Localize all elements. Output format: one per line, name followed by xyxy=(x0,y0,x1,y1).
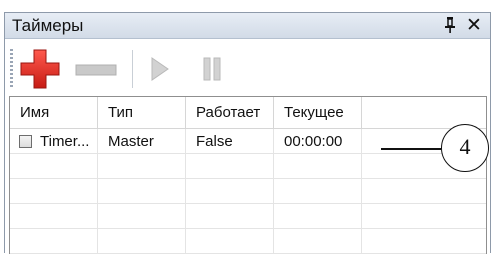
play-icon xyxy=(151,57,169,81)
empty-cell xyxy=(186,179,274,204)
empty-cell xyxy=(10,154,98,179)
column-header-current[interactable]: Текущее xyxy=(274,97,362,129)
pause-icon xyxy=(203,57,221,81)
callout-number: 4 xyxy=(441,124,489,172)
running-cell[interactable]: False xyxy=(186,129,274,154)
empty-cell xyxy=(98,154,186,179)
type-cell[interactable]: Master xyxy=(98,129,186,154)
column-header-running[interactable]: Работает xyxy=(186,97,274,129)
column-header-name[interactable]: Имя xyxy=(10,97,98,129)
timer-name: Timer... xyxy=(40,133,90,150)
plus-icon xyxy=(20,49,60,89)
empty-cell xyxy=(186,204,274,229)
empty-cell xyxy=(10,179,98,204)
panel-title: Таймеры xyxy=(12,16,84,35)
close-icon[interactable]: ✕ xyxy=(466,14,482,37)
empty-cell xyxy=(362,229,486,254)
empty-cell xyxy=(274,229,362,254)
pause-button[interactable] xyxy=(201,56,223,87)
callout-leader-line xyxy=(381,148,441,150)
empty-cell xyxy=(274,204,362,229)
minus-icon xyxy=(75,64,117,76)
timers-table: Имя Тип Работает Текущее Timer... Master… xyxy=(9,96,487,254)
empty-cell xyxy=(362,204,486,229)
remove-timer-button[interactable] xyxy=(75,63,117,82)
play-button[interactable] xyxy=(149,56,171,87)
empty-cell xyxy=(274,154,362,179)
toolbar-grip[interactable] xyxy=(10,49,13,87)
row-checkbox[interactable] xyxy=(19,135,32,148)
empty-cell xyxy=(98,229,186,254)
empty-cell xyxy=(362,179,486,204)
empty-cell xyxy=(274,179,362,204)
current-cell[interactable]: 00:00:00 xyxy=(274,129,362,154)
empty-cell xyxy=(98,204,186,229)
timers-panel: Таймеры ✕ Имя Тип Работает Текущее Timer… xyxy=(4,12,491,254)
column-header-type[interactable]: Тип xyxy=(98,97,186,129)
empty-cell xyxy=(10,204,98,229)
empty-cell xyxy=(98,179,186,204)
pin-icon[interactable] xyxy=(443,16,457,39)
toolbar xyxy=(5,39,490,95)
empty-cell xyxy=(186,229,274,254)
name-cell[interactable]: Timer... xyxy=(10,129,98,154)
empty-cell xyxy=(186,154,274,179)
empty-cell xyxy=(10,229,98,254)
add-timer-button[interactable] xyxy=(19,48,61,95)
toolbar-separator xyxy=(132,50,133,88)
panel-title-bar: Таймеры ✕ xyxy=(5,13,490,39)
